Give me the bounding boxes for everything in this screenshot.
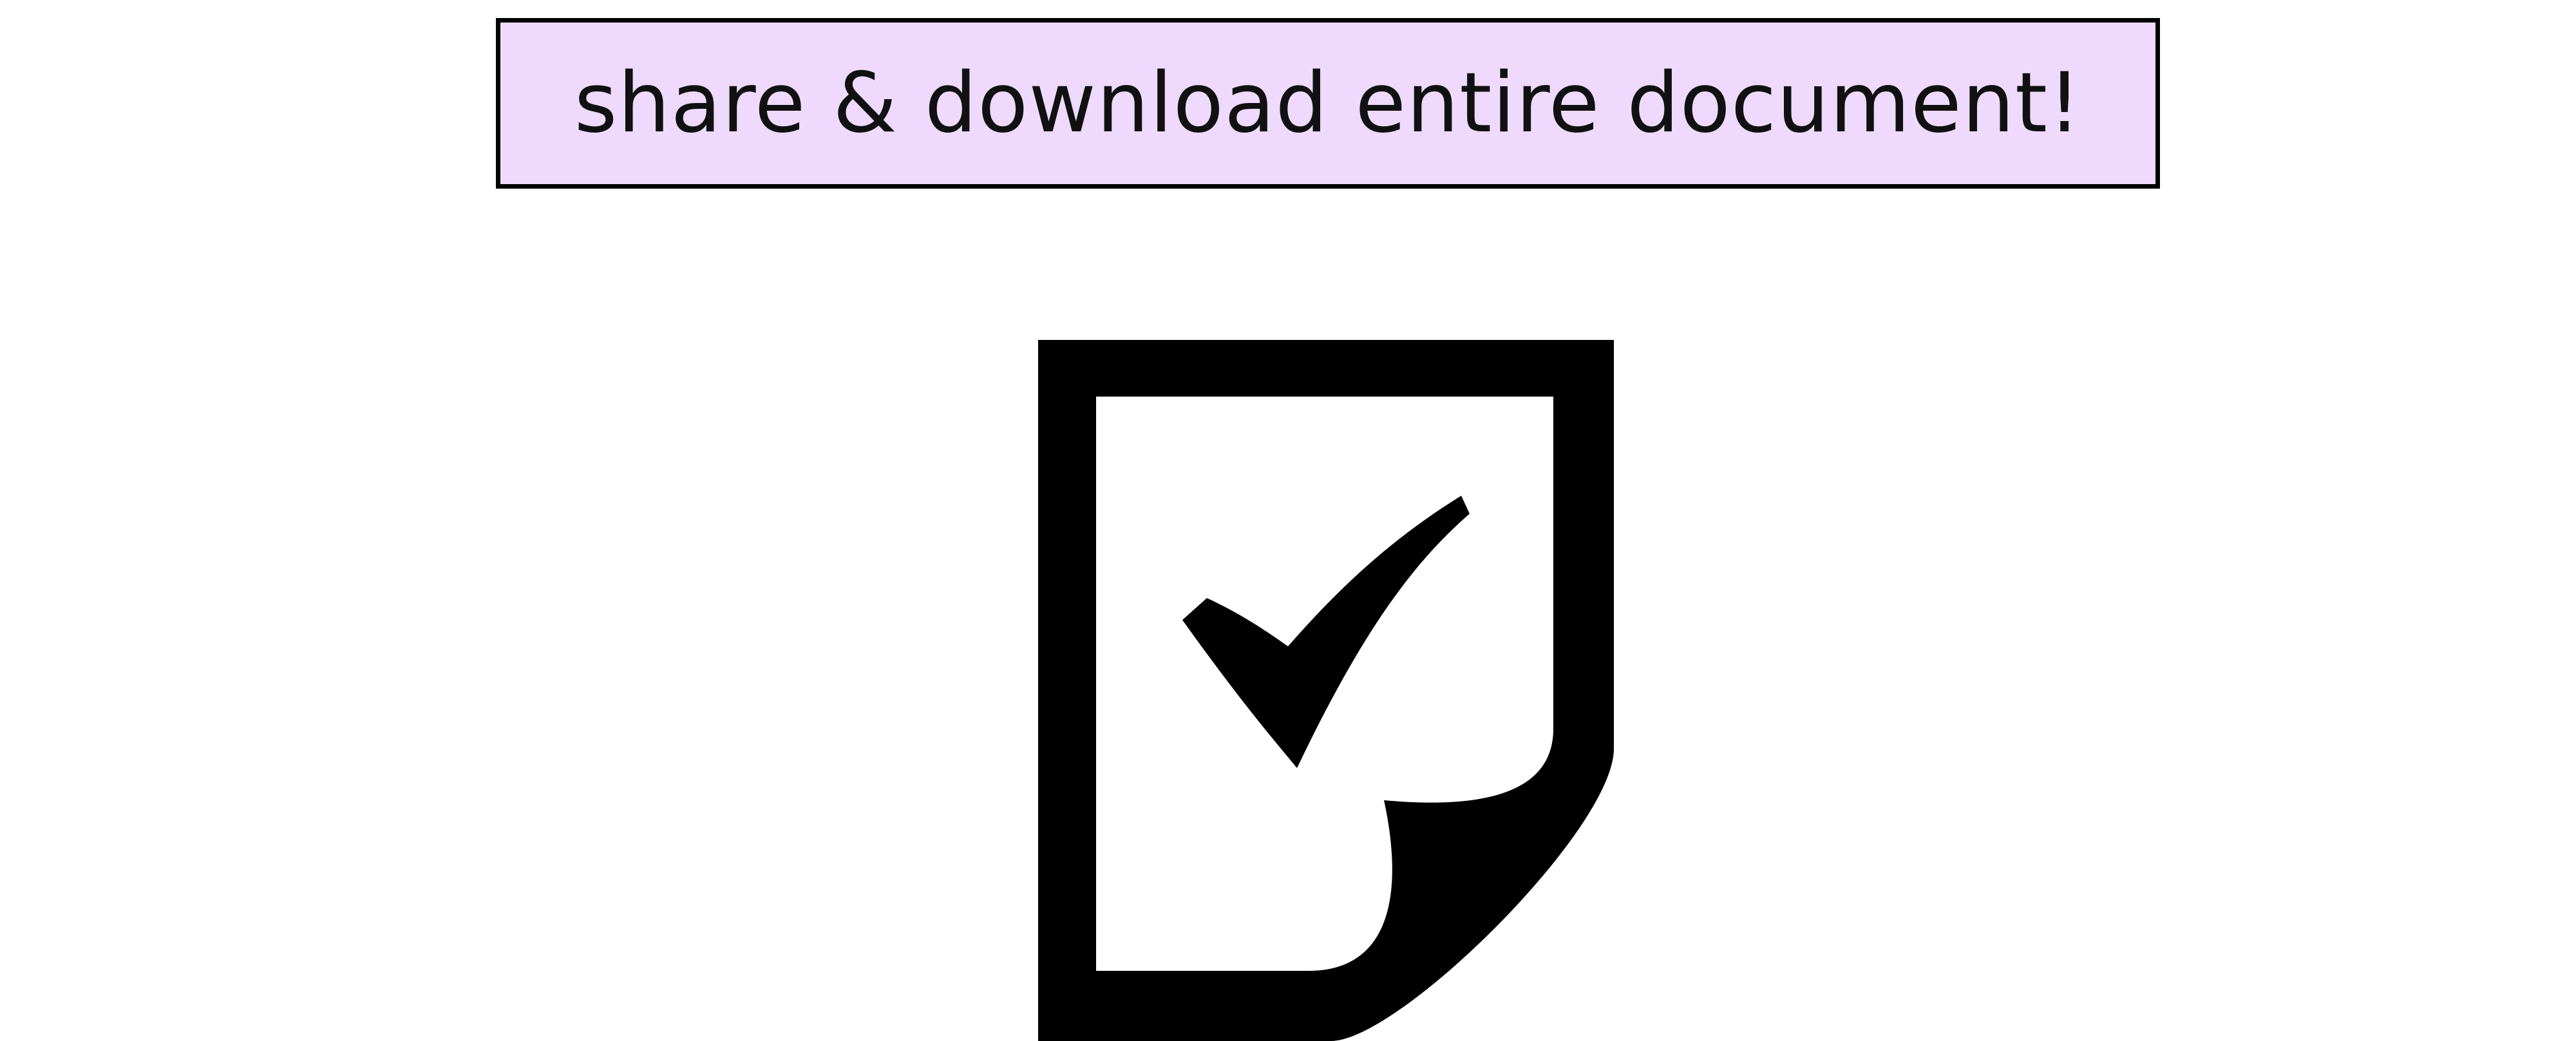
share-download-banner-button[interactable]: share & download entire document!	[496, 18, 2160, 189]
share-download-label: share & download entire document!	[574, 55, 2082, 151]
check-mark	[1182, 496, 1470, 768]
document-check-icon	[1038, 340, 1614, 1041]
